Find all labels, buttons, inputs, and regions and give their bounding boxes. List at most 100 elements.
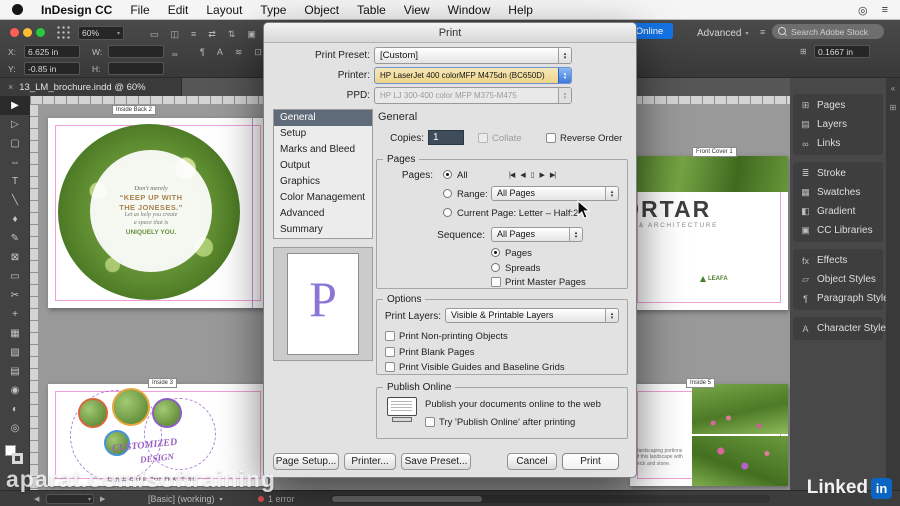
foliage-photo[interactable] [630,156,788,192]
horizontal-scrollbar[interactable] [330,495,770,503]
print-blank-pages-checkbox[interactable] [385,347,395,357]
document-tab[interactable]: × 13_LM_brochure.indd @ 60% [0,78,182,96]
error-count-text[interactable]: 1 error [268,494,295,504]
toolbar-icon[interactable]: ≡ [191,29,196,40]
panel-character-styles[interactable]: A Character Styles [793,319,890,338]
page-front-cover[interactable]: MORTAR DESIGN & ARCHITECTURE LEAFA [630,156,788,310]
reference-point-proxy[interactable] [56,25,71,40]
direct-selection-tool-icon[interactable]: ▷ [0,115,30,134]
page-nav-icon[interactable]: ▶| [550,171,556,179]
search-box[interactable] [772,24,884,39]
try-publish-online-checkbox[interactable] [425,417,435,427]
preset-select[interactable]: [Custom] ▴ ▾ [374,47,572,64]
eyedropper-tool-icon[interactable]: ◉ [0,381,30,400]
page-nav-icon[interactable]: ◀ [520,171,525,179]
menu-item[interactable]: Type [260,3,286,17]
print-section-advanced[interactable]: Advanced [274,206,372,222]
garden-photo-bottom[interactable] [692,436,788,486]
collapse-panels-icon[interactable]: « [891,84,895,93]
menu-item[interactable]: Edit [168,3,189,17]
menu-item[interactable]: Window [448,3,491,17]
all-pages-radio[interactable] [443,170,452,179]
offset-input[interactable]: 0.1667 in [814,45,870,58]
panel-paragraph-styles[interactable]: ¶ Paragraph Styles [793,289,894,308]
gradient-feather-tool-icon[interactable]: ▧ [0,343,30,362]
gap-tool-icon[interactable]: ⇔ [0,153,30,172]
panel-effects[interactable]: fx Effects [793,251,883,270]
print-section-summary[interactable]: Summary [274,222,372,238]
cancel-button[interactable]: Cancel [507,453,557,470]
free-transform-tool-icon[interactable]: + [0,305,30,324]
print-section-marks-and-bleed[interactable]: Marks and Bleed [274,142,372,158]
zoom-tool-icon[interactable]: ◎ [0,419,30,438]
print-guides-checkbox[interactable] [385,362,395,372]
line-tool-icon[interactable]: ╲ [0,191,30,210]
panel-gradient[interactable]: ◧ Gradient [793,202,883,221]
tab-close-icon[interactable]: × [8,82,13,92]
preflight-menu[interactable]: [Basic] (working) ▾ [148,494,223,504]
range-combo[interactable]: All Pages ▴ ▾ [491,186,619,201]
sequence-select[interactable]: All Pages ▴ ▾ [491,227,583,242]
panel-stroke[interactable]: ≣ Stroke [793,164,883,183]
type-tool-icon[interactable]: T [0,172,30,191]
panel-swatches[interactable]: ▦ Swatches [793,183,883,202]
print-section-color-management[interactable]: Color Management [274,190,372,206]
print-layers-select[interactable]: Visible & Printable Layers ▴ ▾ [445,308,619,323]
previous-page-button[interactable]: ◀ [34,495,39,503]
zoom-level-select[interactable]: 60% ▾ [78,26,124,40]
print-section-general[interactable]: General [274,110,372,126]
photo-circle[interactable] [152,398,182,428]
x-input[interactable]: 6.625 in [24,45,80,58]
apple-menu-icon[interactable] [12,4,23,15]
panel-cc-libraries[interactable]: ▣ CC Libraries [793,221,883,240]
pencil-tool-icon[interactable]: ✎ [0,229,30,248]
copies-input[interactable]: 1 [428,130,464,145]
range-radio[interactable] [443,189,452,198]
menu-item[interactable]: Layout [206,3,242,17]
menu-item[interactable]: View [404,3,430,17]
toolbar-icon[interactable]: ≋ [235,47,243,58]
print-section-setup[interactable]: Setup [274,126,372,142]
page-nav-icon[interactable]: |◀ [509,171,515,179]
garden-photo-top[interactable] [692,384,788,434]
window-zoom-button[interactable] [36,28,45,37]
menu-item[interactable]: Table [357,3,386,17]
panel-grid-icon[interactable]: ⊞ [890,103,897,112]
menu-item[interactable]: File [130,3,149,17]
note-tool-icon[interactable]: ▤ [0,362,30,381]
h-input[interactable] [108,62,164,75]
menubar-status-icon-2[interactable]: ≡ [882,4,888,16]
link-dimensions-icon[interactable]: ∞ [172,50,178,59]
page-setup-button[interactable]: Page Setup... [273,453,339,470]
print-button[interactable]: Print [562,453,619,470]
print-master-pages-checkbox[interactable] [491,277,501,287]
page-inside-back[interactable]: Don't merely “KEEP UP WITH THE JONESES.” Le… [48,118,268,308]
cover-subtitle[interactable]: DESIGN & ARCHITECTURE [630,222,718,229]
toolbar-icon[interactable]: ▣ [247,29,256,40]
rectangle-tool-icon[interactable]: ▭ [0,267,30,286]
page-inside-right[interactable]: Hardscaping portions of this landscape w… [630,384,788,486]
toolbar-icon[interactable]: ⇅ [228,29,236,40]
print-section-output[interactable]: Output [274,158,372,174]
photo-circle[interactable] [112,388,150,426]
pen-tool-icon[interactable]: ♦ [0,210,30,229]
quote-text-frame[interactable]: Don't merely “KEEP UP WITH THE JONESES.” Le… [90,150,212,272]
menu-item[interactable]: Object [304,3,339,17]
panel-pages[interactable]: ⊞ Pages [793,96,883,115]
next-page-button[interactable]: ▶ [100,495,105,503]
toolbar-icon[interactable]: ▭ [150,29,159,40]
gradient-tool-icon[interactable]: ▦ [0,324,30,343]
window-close-button[interactable] [10,28,19,37]
save-preset-button[interactable]: Save Preset... [401,453,471,470]
selection-tool-icon[interactable]: ▶ [0,96,30,115]
stroke-swatch[interactable] [12,453,23,464]
current-page-radio[interactable] [443,208,452,217]
y-input[interactable]: -0.85 in [24,62,80,75]
cover-title[interactable]: MORTAR [630,196,711,223]
reverse-order-checkbox[interactable] [546,133,556,143]
panel-object-styles[interactable]: ▱ Object Styles [793,270,883,289]
search-input[interactable] [791,26,879,37]
toolbar-icon[interactable]: ⊡ [254,47,262,58]
menu-app-name[interactable]: InDesign CC [41,3,112,17]
hand-tool-icon[interactable]: ◐ [0,400,30,419]
